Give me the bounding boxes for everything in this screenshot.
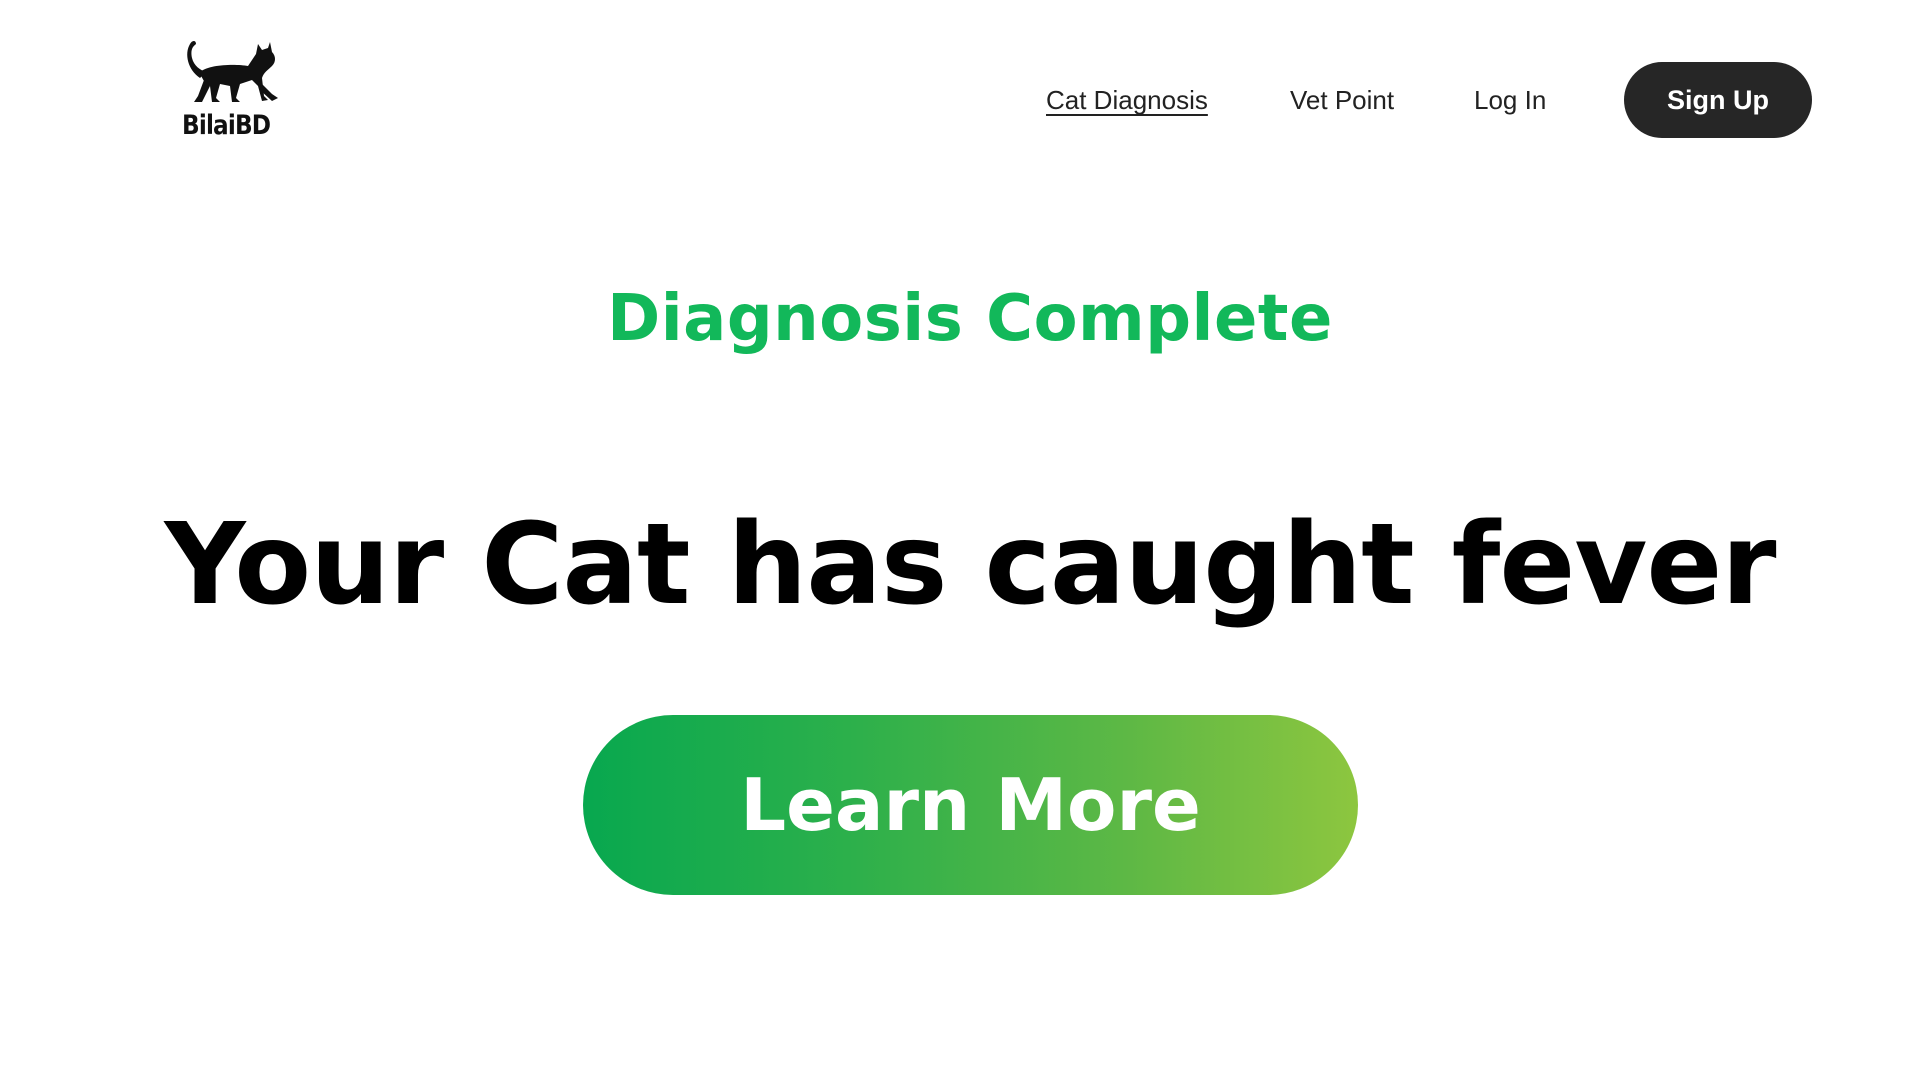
nav-link-log-in[interactable]: Log In: [1474, 62, 1546, 138]
diagnosis-status: Diagnosis Complete: [607, 282, 1333, 356]
page: BilaiBD Cat Diagnosis Vet Point Log In S…: [0, 0, 1920, 1080]
nav-link-vet-point[interactable]: Vet Point: [1290, 62, 1394, 138]
nav-link-cat-diagnosis[interactable]: Cat Diagnosis: [1046, 62, 1208, 138]
diagnosis-result: Your Cat has caught fever: [164, 500, 1776, 630]
main-nav: Cat Diagnosis Vet Point Log In Sign Up: [0, 62, 1920, 138]
sign-up-button[interactable]: Sign Up: [1624, 62, 1812, 138]
learn-more-button[interactable]: Learn More: [583, 715, 1358, 895]
